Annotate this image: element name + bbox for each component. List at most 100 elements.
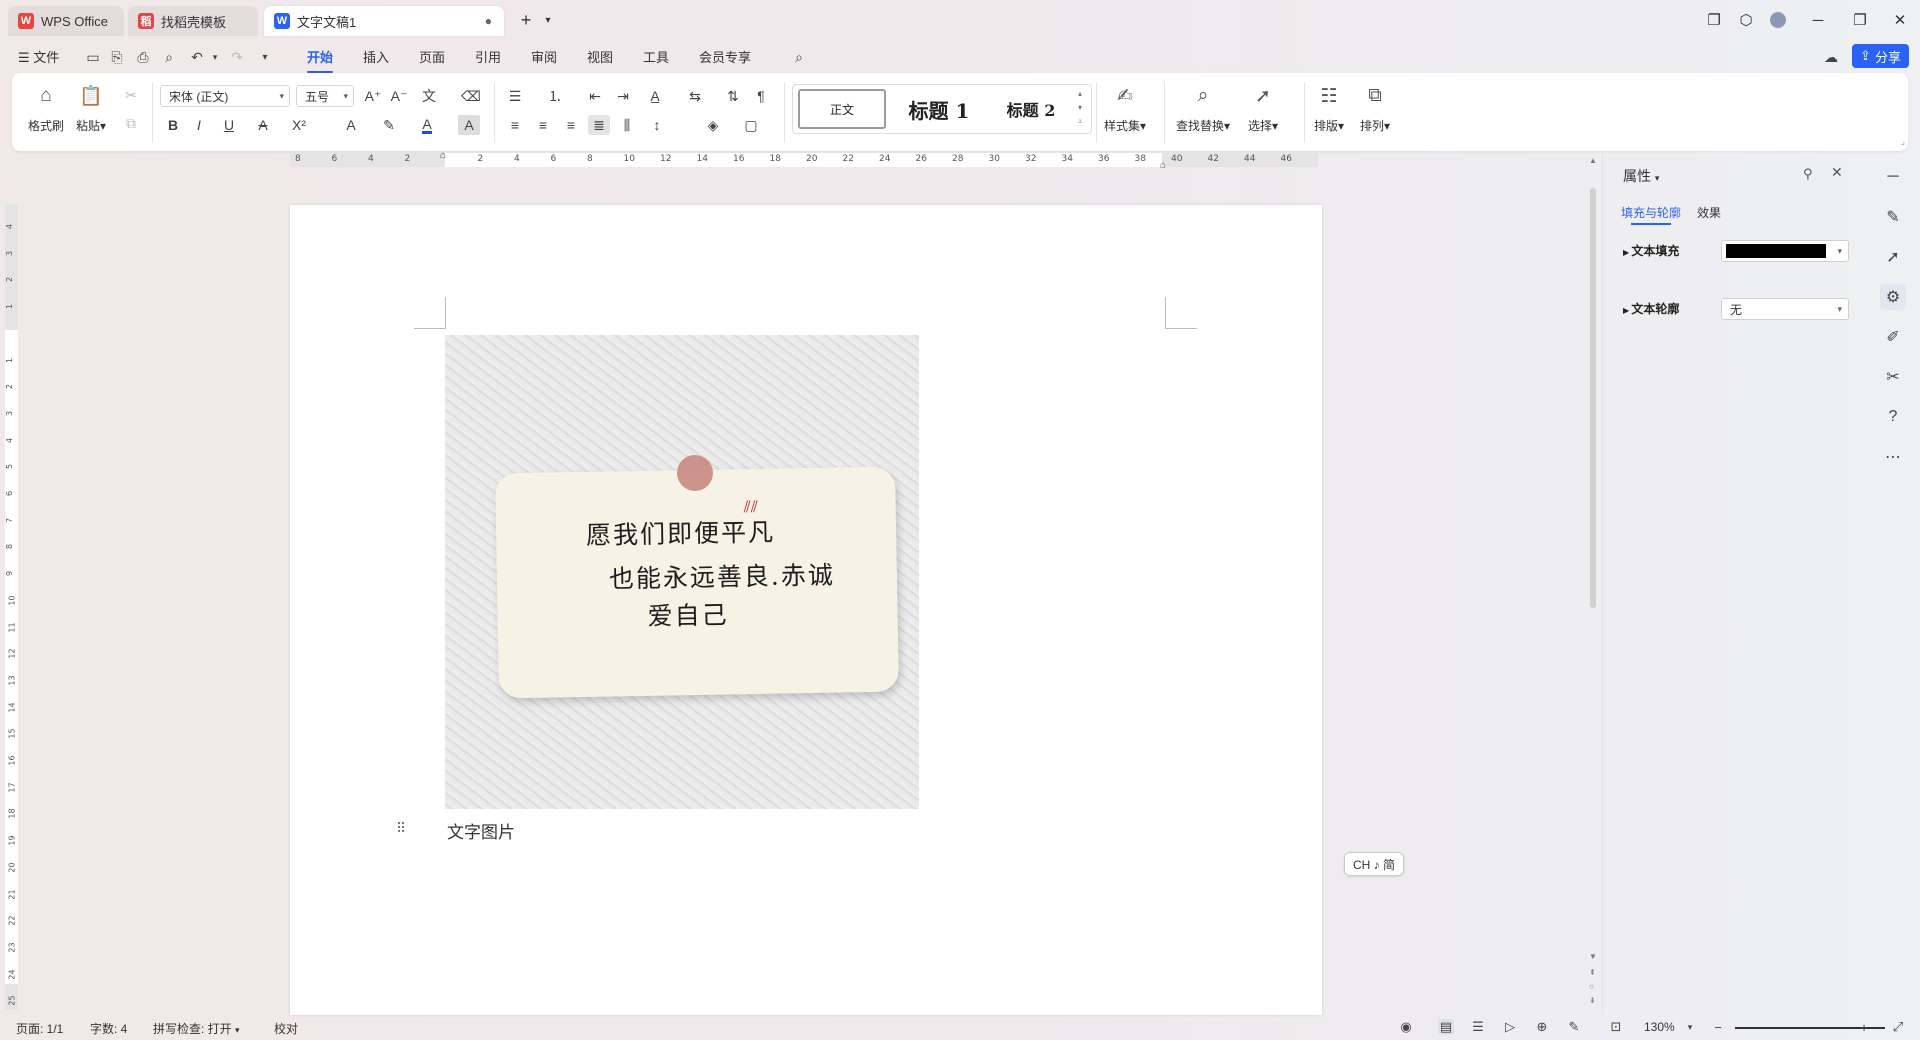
tab-document[interactable]: W 文字文稿1 ● (264, 6, 504, 36)
vertical-scrollbar[interactable]: ▲ ▼ ⇞ ○ ⇟ (1587, 156, 1599, 1011)
arrange-button[interactable]: ⧉ 排列▾ (1360, 83, 1390, 134)
next-page-icon[interactable]: ⇟ (1589, 996, 1596, 1005)
ime-indicator[interactable]: CH ♪ 简 (1344, 852, 1404, 876)
proofread-button[interactable]: 校对 (274, 1020, 298, 1037)
select-button[interactable]: ➚ 选择▾ (1248, 83, 1278, 134)
share-button[interactable]: ⇪ 分享 (1852, 44, 1909, 68)
style-scroll-down-icon[interactable]: ▾ (1078, 103, 1082, 112)
fit-page-icon[interactable]: ⊡ (1608, 1019, 1624, 1035)
undo-icon[interactable]: ↶ (188, 48, 206, 66)
tab-view[interactable]: 视图 (587, 47, 613, 66)
shrink-font-icon[interactable]: A⁻ (388, 86, 410, 106)
character-shading-icon[interactable]: A (458, 115, 480, 135)
font-size-select[interactable]: 五号 ▾ (296, 85, 354, 107)
prev-page-icon[interactable]: ⇞ (1589, 968, 1596, 977)
justify-icon[interactable]: ≣ (588, 115, 610, 135)
outline-view-icon[interactable]: ☰ (1470, 1019, 1486, 1035)
style-heading-2[interactable]: 标题 2 (989, 89, 1073, 129)
page-view-icon[interactable]: ▤ (1438, 1019, 1454, 1035)
text-direction-icon[interactable]: ⇆ (684, 86, 706, 106)
font-name-select[interactable]: 宋体 (正文) ▾ (160, 85, 290, 107)
zoom-dropdown-icon[interactable]: ▾ (1682, 1019, 1698, 1035)
paste-button[interactable]: 📋 粘贴▾ (76, 83, 106, 134)
bold-icon[interactable]: B (162, 115, 184, 135)
cloud-icon[interactable]: ☁ (1822, 48, 1840, 66)
style-expand-icon[interactable]: ⩡ (1078, 117, 1083, 127)
help-icon[interactable]: ? (1880, 404, 1906, 430)
file-menu[interactable]: ☰ 文件 (18, 47, 59, 66)
eye-protection-icon[interactable]: ◉ (1398, 1019, 1414, 1035)
line-spacing-icon[interactable]: ↕ (646, 115, 668, 135)
cut-icon[interactable]: ✂ (120, 85, 142, 105)
minimize-button[interactable]: ─ (1804, 8, 1832, 32)
more-icon[interactable]: ⋯ (1880, 444, 1906, 470)
strikethrough-icon[interactable]: A (252, 115, 274, 135)
borders-icon[interactable]: ▢ (740, 115, 762, 135)
italic-icon[interactable]: I (188, 115, 210, 135)
right-indent-marker-icon[interactable]: ⌂ (1160, 160, 1166, 171)
drag-handle-icon[interactable]: ⠿ (396, 820, 406, 837)
tab-fill-outline[interactable]: 填充与轮廓 (1621, 204, 1681, 225)
vertical-ruler[interactable]: 4 3 2 1 1 2 3 4 5 6 7 8 9 10 11 12 13 14 15 16 17 18 19 20 21 22 2… (5, 204, 18, 1010)
style-scroll-up-icon[interactable]: ▴ (1078, 89, 1082, 98)
web-view-icon[interactable]: ⊕ (1534, 1019, 1550, 1035)
font-color-icon[interactable]: A (416, 115, 438, 135)
copy-icon[interactable]: ⧉ (120, 113, 142, 133)
tab-page[interactable]: 页面 (419, 47, 445, 66)
close-window-button[interactable]: ✕ (1886, 8, 1914, 32)
tab-member[interactable]: 会员专享 (699, 47, 751, 66)
format-painter-button[interactable]: ⌂ 格式刷 (28, 83, 64, 134)
smart-edit-icon[interactable]: ✐ (1880, 324, 1906, 350)
style-set-button[interactable]: ✍ 样式集▾ (1104, 83, 1146, 134)
avatar[interactable] (1764, 8, 1792, 32)
pen-icon[interactable]: ✎ (1880, 204, 1906, 230)
tab-list-chevron-icon[interactable]: ▾ (534, 8, 562, 32)
spellcheck-status[interactable]: 拼写检查: 打开 ▾ (153, 1020, 240, 1037)
scroll-down-icon[interactable]: ▼ (1589, 952, 1597, 961)
zoom-out-icon[interactable]: − (1710, 1019, 1726, 1035)
print-icon[interactable]: ⎙ (134, 48, 152, 66)
text-fill-color-select[interactable]: ▾ (1721, 240, 1849, 262)
search-icon[interactable]: ⌕ (790, 48, 808, 66)
text-outline-row[interactable]: ▶ 文本轮廓 (1623, 300, 1679, 317)
sort-icon[interactable]: ⇅ (722, 86, 744, 106)
chinese-layout-icon[interactable]: A̲ (644, 86, 666, 106)
increase-indent-icon[interactable]: ⇥ (612, 86, 634, 106)
select-pointer-icon[interactable]: ➚ (1880, 244, 1906, 270)
align-left-icon[interactable]: ≡ (504, 115, 526, 135)
zoom-in-icon[interactable]: + (1856, 1019, 1872, 1035)
indent-marker-icon[interactable]: ⌂ (440, 150, 446, 161)
text-outline-select[interactable]: 无 ▾ (1721, 298, 1849, 320)
export-pdf-icon[interactable]: ⎘ (108, 48, 126, 66)
tab-insert[interactable]: 插入 (363, 47, 389, 66)
style-normal[interactable]: 正文 (798, 89, 886, 129)
ribbon-collapse-icon[interactable]: ⌟ (1892, 131, 1914, 151)
tab-references[interactable]: 引用 (475, 47, 501, 66)
undo-dropdown-icon[interactable]: ▾ (206, 48, 224, 66)
word-count[interactable]: 字数: 4 (90, 1020, 127, 1037)
tab-tools[interactable]: 工具 (643, 47, 669, 66)
grow-font-icon[interactable]: A⁺ (362, 86, 384, 106)
pin-icon[interactable]: ⚲ (1803, 166, 1813, 182)
align-center-icon[interactable]: ≡ (532, 115, 554, 135)
fullscreen-icon[interactable]: ⤢ (1890, 1019, 1906, 1035)
write-mode-icon[interactable]: ✎ (1566, 1019, 1582, 1035)
text-fill-row[interactable]: ▶ 文本填充 (1623, 242, 1679, 259)
print-preview-icon[interactable]: ⌕ (160, 48, 178, 66)
phonetic-guide-icon[interactable]: 文 (418, 86, 440, 106)
save-icon[interactable]: ▭ (84, 48, 102, 66)
image-caption[interactable]: 文字图片 (447, 818, 515, 843)
quick-access-more-icon[interactable]: ▾ (256, 48, 274, 66)
play-icon[interactable]: ▷ (1502, 1019, 1518, 1035)
zoom-level[interactable]: 130% (1644, 1020, 1675, 1034)
tab-close-icon[interactable]: ● (485, 14, 492, 28)
style-heading-1[interactable]: 标题 1 (893, 89, 985, 129)
tab-effects[interactable]: 效果 (1697, 204, 1721, 221)
properties-sliders-icon[interactable]: ⚙ (1880, 284, 1906, 310)
document-image[interactable]: 愿我们即便平凡 也能永远善良.赤诚 爱自己 ⫽⫽ (445, 335, 919, 809)
collapse-panel-icon[interactable]: ─ (1880, 164, 1906, 190)
tab-review[interactable]: 审阅 (531, 47, 557, 66)
window-layout-icon[interactable]: ❐ (1700, 8, 1728, 32)
clear-format-icon[interactable]: ⌫ (460, 86, 482, 106)
scroll-up-icon[interactable]: ▲ (1589, 156, 1597, 165)
